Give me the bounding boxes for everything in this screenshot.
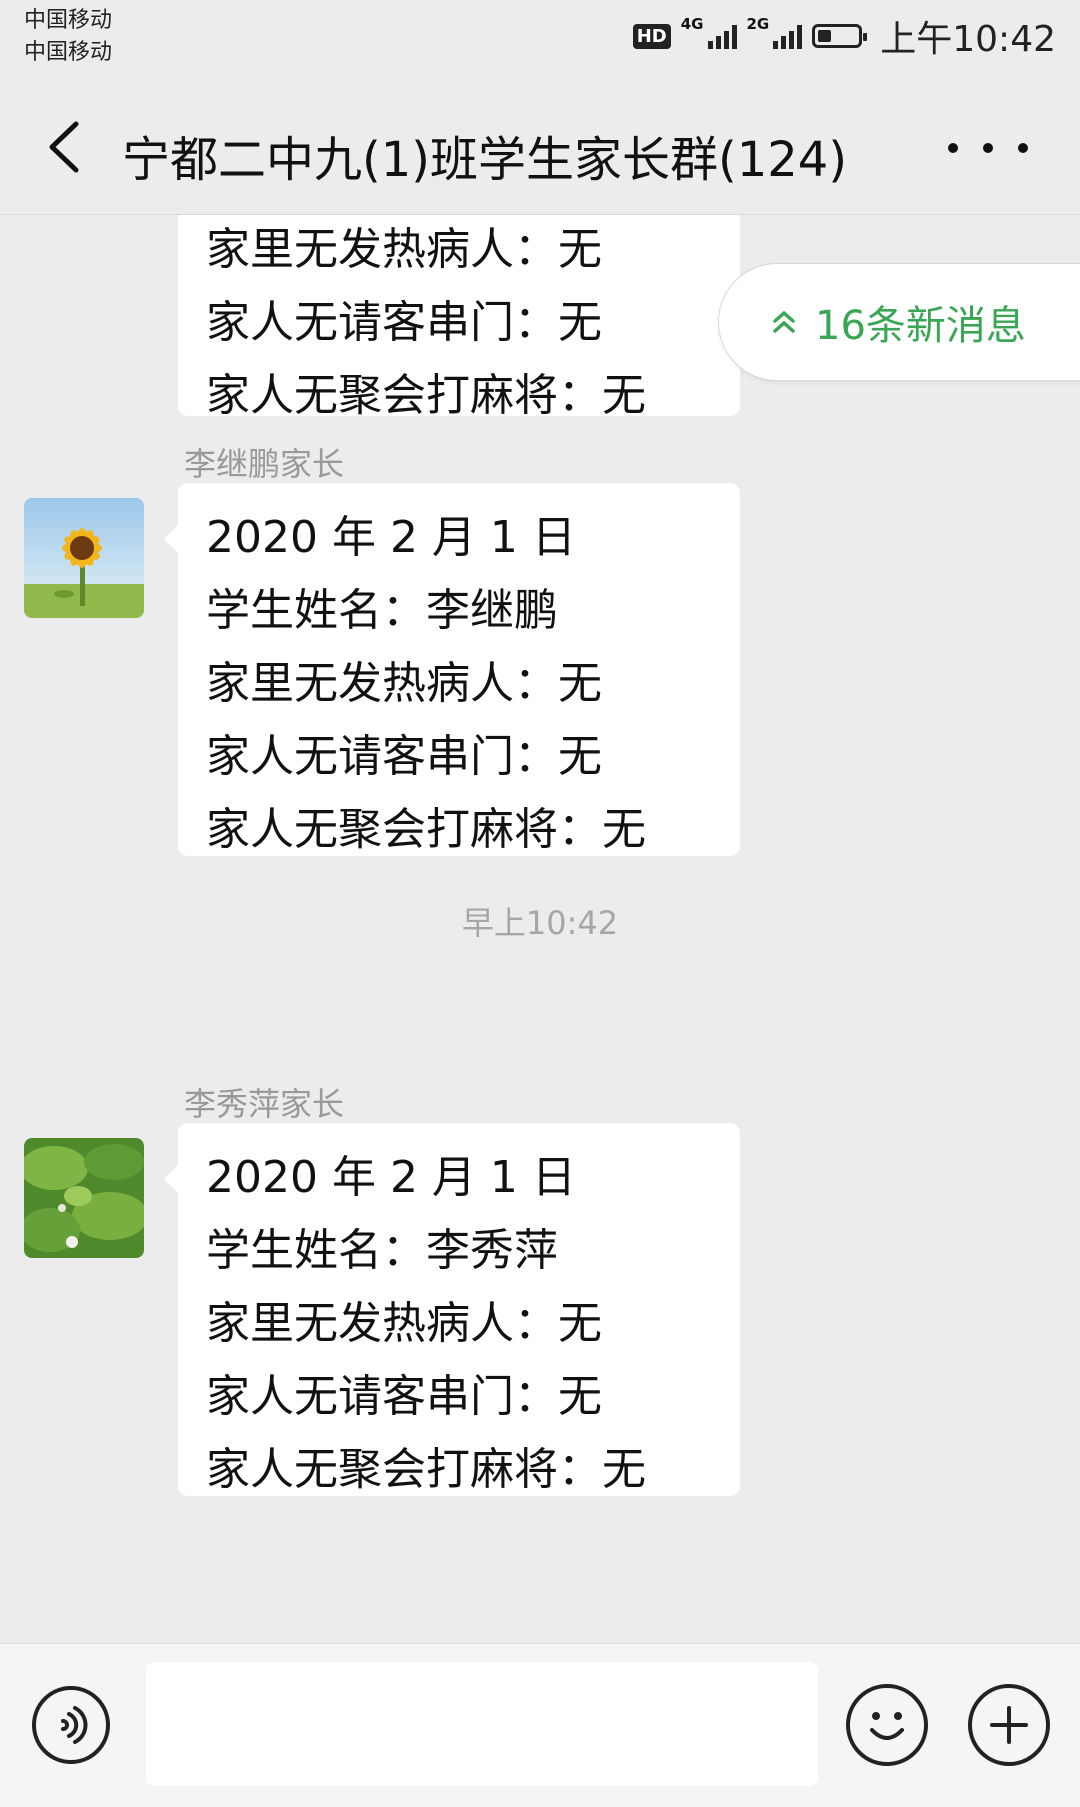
time-separator: 早上10:42 — [461, 904, 619, 942]
lotus-leaf-avatar[interactable] — [24, 1138, 144, 1258]
chat-title: 宁都二中九(1)班学生家长群(124) — [122, 132, 848, 188]
message-line: 家人无请客串门：无 — [206, 297, 602, 348]
message-bubble[interactable]: 家里无发热病人：无 家人无请客串门：无 家人无聚会打麻将：无 — [178, 215, 740, 421]
status-indicators: HD 4G 2G 上午10:42 — [632, 14, 1056, 60]
double-chevron-up-icon — [773, 311, 795, 333]
message-bubble[interactable]: 2020 年 2 月 1 日 学生姓名：李秀萍 家里无发热病人：无 家人无请客串… — [164, 1123, 740, 1496]
more-button[interactable] — [948, 128, 1028, 168]
carrier-label-2: 中国移动 — [24, 40, 113, 65]
message-line: 2020 年 2 月 1 日 — [206, 512, 576, 563]
message-line: 学生姓名：李秀萍 — [206, 1225, 558, 1276]
message-line: 家人无请客串门：无 — [206, 731, 602, 782]
emoji-icon — [870, 1712, 904, 1740]
status-bar: 中国移动 中国移动 HD 4G 2G 上午10:42 — [0, 0, 1080, 80]
lotus-leaf-avatar-image — [24, 1138, 144, 1258]
network-type-2g: 2G — [746, 15, 770, 33]
message-line: 家里无发热病人：无 — [206, 224, 602, 275]
more-horizontal-icon — [983, 143, 993, 153]
signal-strength-icon — [707, 23, 737, 49]
chat-header: 宁都二中九(1)班学生家长群(124) — [0, 80, 1080, 215]
message-line: 家里无发热病人：无 — [206, 658, 602, 709]
battery-icon — [812, 24, 868, 48]
chevron-left-icon — [49, 121, 79, 173]
message-bubble[interactable]: 2020 年 2 月 1 日 学生姓名：李继鹏 家里无发热病人：无 家人无请客串… — [164, 483, 740, 856]
message-line: 家人无请客串门：无 — [206, 1371, 602, 1422]
sender-name: 李继鹏家长 — [184, 445, 345, 483]
battery-fill — [818, 30, 832, 42]
message-line: 2020 年 2 月 1 日 — [206, 1152, 576, 1203]
message-line: 家里无发热病人：无 — [206, 1298, 602, 1349]
voice-button[interactable] — [32, 1686, 110, 1764]
new-messages-label: 16条新消息 — [815, 303, 1026, 349]
status-clock: 上午10:42 — [880, 19, 1056, 60]
chat-message-list[interactable]: 家里无发热病人：无 家人无请客串门：无 家人无聚会打麻将：无 16条新消息 李继… — [0, 215, 1080, 1643]
message-line: 家人无聚会打麻将：无 — [206, 804, 646, 855]
emoji-button[interactable] — [846, 1684, 928, 1766]
more-horizontal-icon — [1018, 143, 1028, 153]
sunflower-avatar-image — [24, 498, 144, 618]
more-actions-button[interactable] — [968, 1684, 1050, 1766]
back-button[interactable] — [36, 114, 96, 180]
new-messages-button[interactable]: 16条新消息 — [718, 263, 1080, 381]
message-line: 家人无聚会打麻将：无 — [206, 1444, 646, 1495]
message-input[interactable] — [146, 1662, 818, 1786]
plus-icon — [990, 1706, 1028, 1744]
hd-badge: HD — [632, 23, 671, 49]
signal-strength-icon — [773, 23, 803, 49]
sender-name: 李秀萍家长 — [184, 1085, 345, 1123]
message-line: 学生姓名：李继鹏 — [206, 585, 558, 636]
sunflower-avatar[interactable] — [24, 498, 144, 618]
carrier-label-1: 中国移动 — [24, 8, 113, 33]
voice-icon — [61, 1706, 88, 1744]
input-bar — [0, 1643, 1080, 1807]
network-type-4g: 4G — [680, 15, 704, 33]
more-horizontal-icon — [948, 143, 958, 153]
message-line: 家人无聚会打麻将：无 — [206, 370, 646, 421]
